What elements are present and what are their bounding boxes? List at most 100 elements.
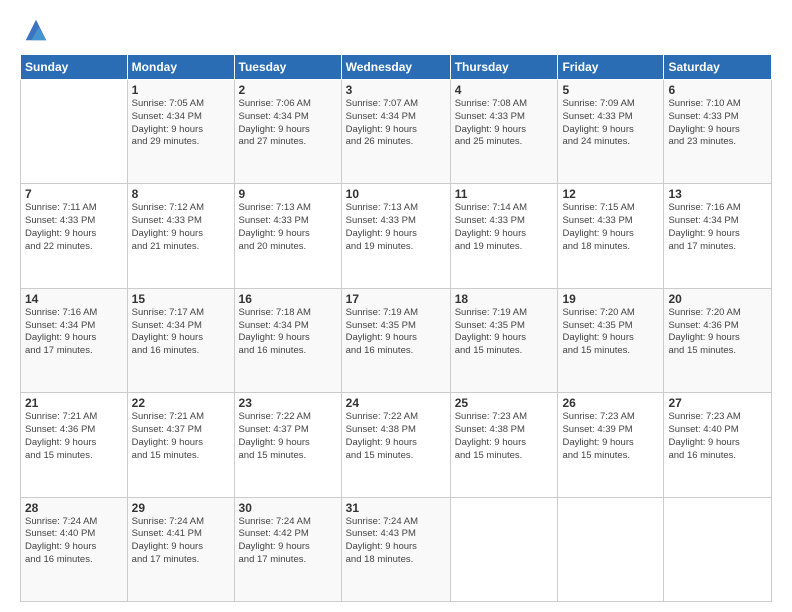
day-info: Sunrise: 7:18 AM Sunset: 4:34 PM Dayligh… — [239, 307, 337, 358]
day-number: 27 — [668, 396, 767, 410]
day-number: 7 — [25, 187, 123, 201]
calendar-cell: 23Sunrise: 7:22 AM Sunset: 4:37 PM Dayli… — [234, 393, 341, 497]
calendar-cell: 8Sunrise: 7:12 AM Sunset: 4:33 PM Daylig… — [127, 184, 234, 288]
day-number: 31 — [346, 501, 446, 515]
day-info: Sunrise: 7:13 AM Sunset: 4:33 PM Dayligh… — [346, 202, 446, 253]
calendar-cell: 10Sunrise: 7:13 AM Sunset: 4:33 PM Dayli… — [341, 184, 450, 288]
calendar-cell: 16Sunrise: 7:18 AM Sunset: 4:34 PM Dayli… — [234, 288, 341, 392]
calendar-cell: 14Sunrise: 7:16 AM Sunset: 4:34 PM Dayli… — [21, 288, 128, 392]
day-info: Sunrise: 7:06 AM Sunset: 4:34 PM Dayligh… — [239, 98, 337, 149]
day-number: 19 — [562, 292, 659, 306]
calendar-cell: 13Sunrise: 7:16 AM Sunset: 4:34 PM Dayli… — [664, 184, 772, 288]
day-info: Sunrise: 7:08 AM Sunset: 4:33 PM Dayligh… — [455, 98, 554, 149]
day-info: Sunrise: 7:21 AM Sunset: 4:37 PM Dayligh… — [132, 411, 230, 462]
calendar-week-row: 7Sunrise: 7:11 AM Sunset: 4:33 PM Daylig… — [21, 184, 772, 288]
day-number: 26 — [562, 396, 659, 410]
day-number: 14 — [25, 292, 123, 306]
day-info: Sunrise: 7:11 AM Sunset: 4:33 PM Dayligh… — [25, 202, 123, 253]
day-number: 16 — [239, 292, 337, 306]
day-info: Sunrise: 7:19 AM Sunset: 4:35 PM Dayligh… — [346, 307, 446, 358]
calendar-cell: 29Sunrise: 7:24 AM Sunset: 4:41 PM Dayli… — [127, 497, 234, 601]
weekday-header: Monday — [127, 55, 234, 80]
calendar-cell: 9Sunrise: 7:13 AM Sunset: 4:33 PM Daylig… — [234, 184, 341, 288]
weekday-header: Tuesday — [234, 55, 341, 80]
calendar-cell: 7Sunrise: 7:11 AM Sunset: 4:33 PM Daylig… — [21, 184, 128, 288]
calendar-cell: 19Sunrise: 7:20 AM Sunset: 4:35 PM Dayli… — [558, 288, 664, 392]
logo-icon — [22, 16, 50, 44]
day-number: 2 — [239, 83, 337, 97]
day-number: 29 — [132, 501, 230, 515]
day-number: 21 — [25, 396, 123, 410]
day-info: Sunrise: 7:23 AM Sunset: 4:38 PM Dayligh… — [455, 411, 554, 462]
day-info: Sunrise: 7:12 AM Sunset: 4:33 PM Dayligh… — [132, 202, 230, 253]
calendar-cell: 28Sunrise: 7:24 AM Sunset: 4:40 PM Dayli… — [21, 497, 128, 601]
day-number: 6 — [668, 83, 767, 97]
calendar-cell: 20Sunrise: 7:20 AM Sunset: 4:36 PM Dayli… — [664, 288, 772, 392]
day-info: Sunrise: 7:05 AM Sunset: 4:34 PM Dayligh… — [132, 98, 230, 149]
weekday-header: Thursday — [450, 55, 558, 80]
day-number: 18 — [455, 292, 554, 306]
calendar-cell: 26Sunrise: 7:23 AM Sunset: 4:39 PM Dayli… — [558, 393, 664, 497]
day-info: Sunrise: 7:17 AM Sunset: 4:34 PM Dayligh… — [132, 307, 230, 358]
calendar-week-row: 21Sunrise: 7:21 AM Sunset: 4:36 PM Dayli… — [21, 393, 772, 497]
day-info: Sunrise: 7:09 AM Sunset: 4:33 PM Dayligh… — [562, 98, 659, 149]
day-number: 23 — [239, 396, 337, 410]
day-info: Sunrise: 7:21 AM Sunset: 4:36 PM Dayligh… — [25, 411, 123, 462]
day-info: Sunrise: 7:24 AM Sunset: 4:40 PM Dayligh… — [25, 516, 123, 567]
calendar-cell: 2Sunrise: 7:06 AM Sunset: 4:34 PM Daylig… — [234, 80, 341, 184]
day-info: Sunrise: 7:13 AM Sunset: 4:33 PM Dayligh… — [239, 202, 337, 253]
day-info: Sunrise: 7:24 AM Sunset: 4:41 PM Dayligh… — [132, 516, 230, 567]
calendar-cell: 12Sunrise: 7:15 AM Sunset: 4:33 PM Dayli… — [558, 184, 664, 288]
day-info: Sunrise: 7:15 AM Sunset: 4:33 PM Dayligh… — [562, 202, 659, 253]
day-number: 11 — [455, 187, 554, 201]
calendar-week-row: 1Sunrise: 7:05 AM Sunset: 4:34 PM Daylig… — [21, 80, 772, 184]
calendar-cell: 24Sunrise: 7:22 AM Sunset: 4:38 PM Dayli… — [341, 393, 450, 497]
day-number: 1 — [132, 83, 230, 97]
day-number: 9 — [239, 187, 337, 201]
page: SundayMondayTuesdayWednesdayThursdayFrid… — [0, 0, 792, 612]
day-info: Sunrise: 7:16 AM Sunset: 4:34 PM Dayligh… — [25, 307, 123, 358]
day-info: Sunrise: 7:24 AM Sunset: 4:42 PM Dayligh… — [239, 516, 337, 567]
weekday-header: Sunday — [21, 55, 128, 80]
day-info: Sunrise: 7:22 AM Sunset: 4:37 PM Dayligh… — [239, 411, 337, 462]
weekday-header: Wednesday — [341, 55, 450, 80]
calendar-body: 1Sunrise: 7:05 AM Sunset: 4:34 PM Daylig… — [21, 80, 772, 602]
weekday-row: SundayMondayTuesdayWednesdayThursdayFrid… — [21, 55, 772, 80]
calendar-cell — [664, 497, 772, 601]
day-number: 10 — [346, 187, 446, 201]
day-info: Sunrise: 7:20 AM Sunset: 4:35 PM Dayligh… — [562, 307, 659, 358]
day-number: 4 — [455, 83, 554, 97]
day-number: 17 — [346, 292, 446, 306]
day-number: 22 — [132, 396, 230, 410]
day-info: Sunrise: 7:20 AM Sunset: 4:36 PM Dayligh… — [668, 307, 767, 358]
day-number: 28 — [25, 501, 123, 515]
logo — [20, 16, 50, 46]
day-number: 3 — [346, 83, 446, 97]
calendar-cell: 4Sunrise: 7:08 AM Sunset: 4:33 PM Daylig… — [450, 80, 558, 184]
calendar-cell: 1Sunrise: 7:05 AM Sunset: 4:34 PM Daylig… — [127, 80, 234, 184]
day-info: Sunrise: 7:16 AM Sunset: 4:34 PM Dayligh… — [668, 202, 767, 253]
day-info: Sunrise: 7:23 AM Sunset: 4:39 PM Dayligh… — [562, 411, 659, 462]
day-info: Sunrise: 7:22 AM Sunset: 4:38 PM Dayligh… — [346, 411, 446, 462]
day-info: Sunrise: 7:10 AM Sunset: 4:33 PM Dayligh… — [668, 98, 767, 149]
calendar-cell: 3Sunrise: 7:07 AM Sunset: 4:34 PM Daylig… — [341, 80, 450, 184]
day-info: Sunrise: 7:07 AM Sunset: 4:34 PM Dayligh… — [346, 98, 446, 149]
day-number: 30 — [239, 501, 337, 515]
day-number: 12 — [562, 187, 659, 201]
calendar-cell: 5Sunrise: 7:09 AM Sunset: 4:33 PM Daylig… — [558, 80, 664, 184]
calendar-cell — [450, 497, 558, 601]
day-number: 8 — [132, 187, 230, 201]
day-info: Sunrise: 7:24 AM Sunset: 4:43 PM Dayligh… — [346, 516, 446, 567]
calendar-cell: 17Sunrise: 7:19 AM Sunset: 4:35 PM Dayli… — [341, 288, 450, 392]
calendar-cell — [21, 80, 128, 184]
calendar-cell: 18Sunrise: 7:19 AM Sunset: 4:35 PM Dayli… — [450, 288, 558, 392]
weekday-header: Saturday — [664, 55, 772, 80]
calendar-cell: 31Sunrise: 7:24 AM Sunset: 4:43 PM Dayli… — [341, 497, 450, 601]
calendar-cell: 25Sunrise: 7:23 AM Sunset: 4:38 PM Dayli… — [450, 393, 558, 497]
day-info: Sunrise: 7:19 AM Sunset: 4:35 PM Dayligh… — [455, 307, 554, 358]
day-number: 13 — [668, 187, 767, 201]
calendar-cell — [558, 497, 664, 601]
day-info: Sunrise: 7:23 AM Sunset: 4:40 PM Dayligh… — [668, 411, 767, 462]
day-number: 20 — [668, 292, 767, 306]
calendar-cell: 27Sunrise: 7:23 AM Sunset: 4:40 PM Dayli… — [664, 393, 772, 497]
